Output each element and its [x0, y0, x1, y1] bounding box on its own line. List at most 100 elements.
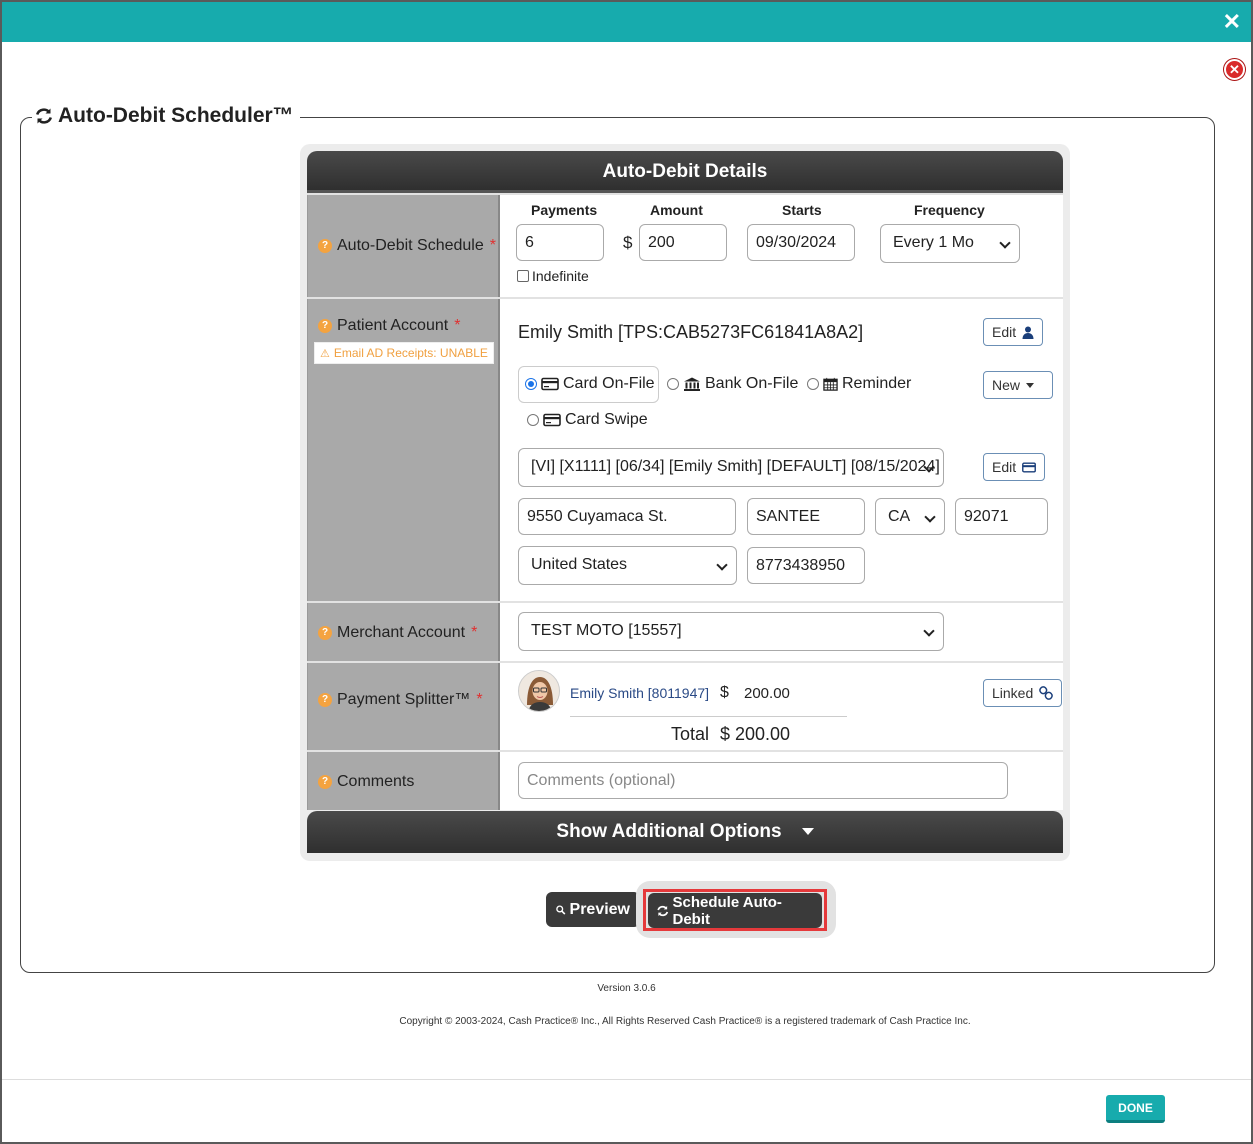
splitter-patient-link[interactable]: Emily Smith [8011947]: [570, 685, 709, 701]
link-icon: [1039, 686, 1054, 700]
card-swipe-label: Card Swipe: [565, 411, 648, 428]
schedule-label: ? Auto-Debit Schedule *: [318, 237, 496, 255]
avatar-image: [519, 671, 559, 711]
splitter-amount[interactable]: 200.00: [744, 685, 790, 702]
merchant-label-text: Merchant Account: [337, 624, 466, 641]
splitter-label-cell: ? Payment Splitter™ *: [307, 663, 500, 751]
comments-label-cell: ? Comments: [307, 752, 500, 810]
comments-label-text: Comments: [337, 773, 415, 790]
amount-header: Amount: [650, 202, 703, 218]
help-icon[interactable]: ?: [318, 626, 332, 640]
start-date-input[interactable]: 09/30/2024: [747, 224, 855, 261]
phone-input[interactable]: 8773438950: [747, 547, 865, 584]
card-select[interactable]: [VI] [X1111] [06/34] [Emily Smith] [DEFA…: [518, 448, 944, 487]
edit-card-label: Edit: [992, 459, 1017, 475]
schedule-button-highlight: [643, 889, 827, 931]
splitter-label: ? Payment Splitter™ *: [318, 691, 483, 709]
credit-card-icon: [1022, 462, 1037, 472]
calendar-icon: [823, 377, 838, 391]
reminder-label: Reminder: [842, 375, 912, 392]
card-swipe-option[interactable]: Card Swipe: [527, 411, 648, 429]
starts-header: Starts: [782, 202, 822, 218]
amount-input[interactable]: 200: [639, 224, 727, 261]
patient-label: ? Patient Account *: [318, 317, 460, 335]
new-payment-method-button[interactable]: New: [983, 371, 1053, 399]
merchant-label: ? Merchant Account *: [318, 624, 477, 642]
new-label: New: [992, 377, 1021, 393]
search-icon: [556, 904, 566, 915]
patient-name: Emily Smith [TPS:CAB5273FC61841A8A2]: [518, 322, 864, 342]
payments-header: Payments: [531, 202, 598, 218]
radio[interactable]: [807, 378, 819, 390]
edit-patient-button[interactable]: Edit: [983, 318, 1044, 346]
scheduler-title: Auto-Debit Scheduler™: [32, 104, 300, 128]
edit-card-button[interactable]: Edit: [983, 453, 1046, 481]
comments-input[interactable]: Comments (optional): [518, 762, 1008, 799]
state-select[interactable]: CA: [875, 498, 945, 535]
patient-label-text: Patient Account: [337, 317, 449, 334]
linked-button[interactable]: Linked: [983, 679, 1063, 707]
avatar: [518, 670, 560, 712]
caret-down-icon: [801, 828, 814, 836]
required-marker: *: [476, 691, 483, 708]
splitter-divider: [570, 716, 847, 717]
radio[interactable]: [667, 378, 679, 390]
bank-on-file-option[interactable]: Bank On-File: [667, 375, 798, 393]
reminder-option[interactable]: Reminder: [807, 375, 911, 393]
close-circle-icon[interactable]: ✕: [1224, 59, 1245, 80]
help-icon[interactable]: ?: [318, 319, 332, 333]
help-icon[interactable]: ?: [318, 775, 332, 789]
merchant-label-cell: ? Merchant Account *: [307, 603, 500, 662]
warning-text: Email AD Receipts: UNABLE: [333, 346, 488, 360]
indefinite-checkbox[interactable]: Indefinite: [517, 268, 589, 284]
address-input[interactable]: 9550 Cuyamaca St.: [518, 498, 736, 535]
zip-input[interactable]: 92071: [955, 498, 1048, 535]
dialog-titlebar: ✕: [2, 2, 1251, 42]
card-on-file-label: Card On-File: [563, 375, 655, 392]
amount-currency: $: [623, 233, 633, 252]
comments-label: ? Comments: [318, 773, 414, 791]
bank-on-file-label: Bank On-File: [705, 375, 799, 392]
checkbox-box[interactable]: [517, 270, 529, 282]
show-additional-options[interactable]: Show Additional Options: [307, 811, 1063, 853]
close-icon[interactable]: ✕: [1223, 10, 1241, 34]
help-icon[interactable]: ?: [318, 239, 332, 253]
caret-down-icon: [1026, 382, 1035, 388]
radio-selected[interactable]: [525, 378, 537, 390]
user-icon: [1022, 326, 1034, 339]
panel-title: Auto-Debit Details: [307, 151, 1063, 193]
email-receipts-warning: ⚠ Email AD Receipts: UNABLE: [314, 342, 494, 364]
copyright-text: Copyright © 2003-2024, Cash Practice® In…: [399, 1016, 971, 1027]
splitter-label-text: Payment Splitter™: [337, 691, 471, 708]
radio[interactable]: [527, 414, 539, 426]
version-text: Version 3.0.6: [597, 983, 656, 994]
city-input[interactable]: SANTEE: [747, 498, 865, 535]
edit-patient-label: Edit: [992, 324, 1017, 340]
country-select[interactable]: United States: [518, 546, 737, 585]
schedule-label-cell: ? Auto-Debit Schedule *: [307, 195, 500, 297]
splitter-currency: $: [720, 684, 729, 701]
required-marker: *: [454, 317, 461, 334]
linked-label: Linked: [992, 685, 1034, 701]
card-on-file-option[interactable]: Card On-File: [525, 375, 655, 393]
done-button[interactable]: DONE: [1106, 1095, 1165, 1123]
refresh-icon: [35, 108, 53, 124]
help-icon[interactable]: ?: [318, 693, 332, 707]
required-marker: *: [489, 237, 496, 254]
credit-card-icon: [541, 377, 559, 391]
bank-icon: [684, 377, 700, 391]
preview-button[interactable]: Preview: [546, 892, 640, 927]
total-label: Total: [671, 724, 710, 744]
indefinite-label: Indefinite: [532, 268, 589, 284]
frequency-header: Frequency: [914, 202, 985, 218]
merchant-select[interactable]: TEST MOTO [15557]: [518, 612, 944, 651]
schedule-label-text: Auto-Debit Schedule: [337, 237, 484, 254]
preview-label: Preview: [569, 900, 630, 918]
total-value: $ 200.00: [720, 724, 791, 744]
additional-options-label: Show Additional Options: [556, 821, 782, 842]
payments-input[interactable]: 6: [516, 224, 604, 261]
warning-icon: ⚠: [320, 347, 330, 360]
credit-card-icon: [543, 413, 561, 427]
frequency-select[interactable]: Every 1 Mo: [880, 224, 1020, 263]
required-marker: *: [471, 624, 478, 641]
